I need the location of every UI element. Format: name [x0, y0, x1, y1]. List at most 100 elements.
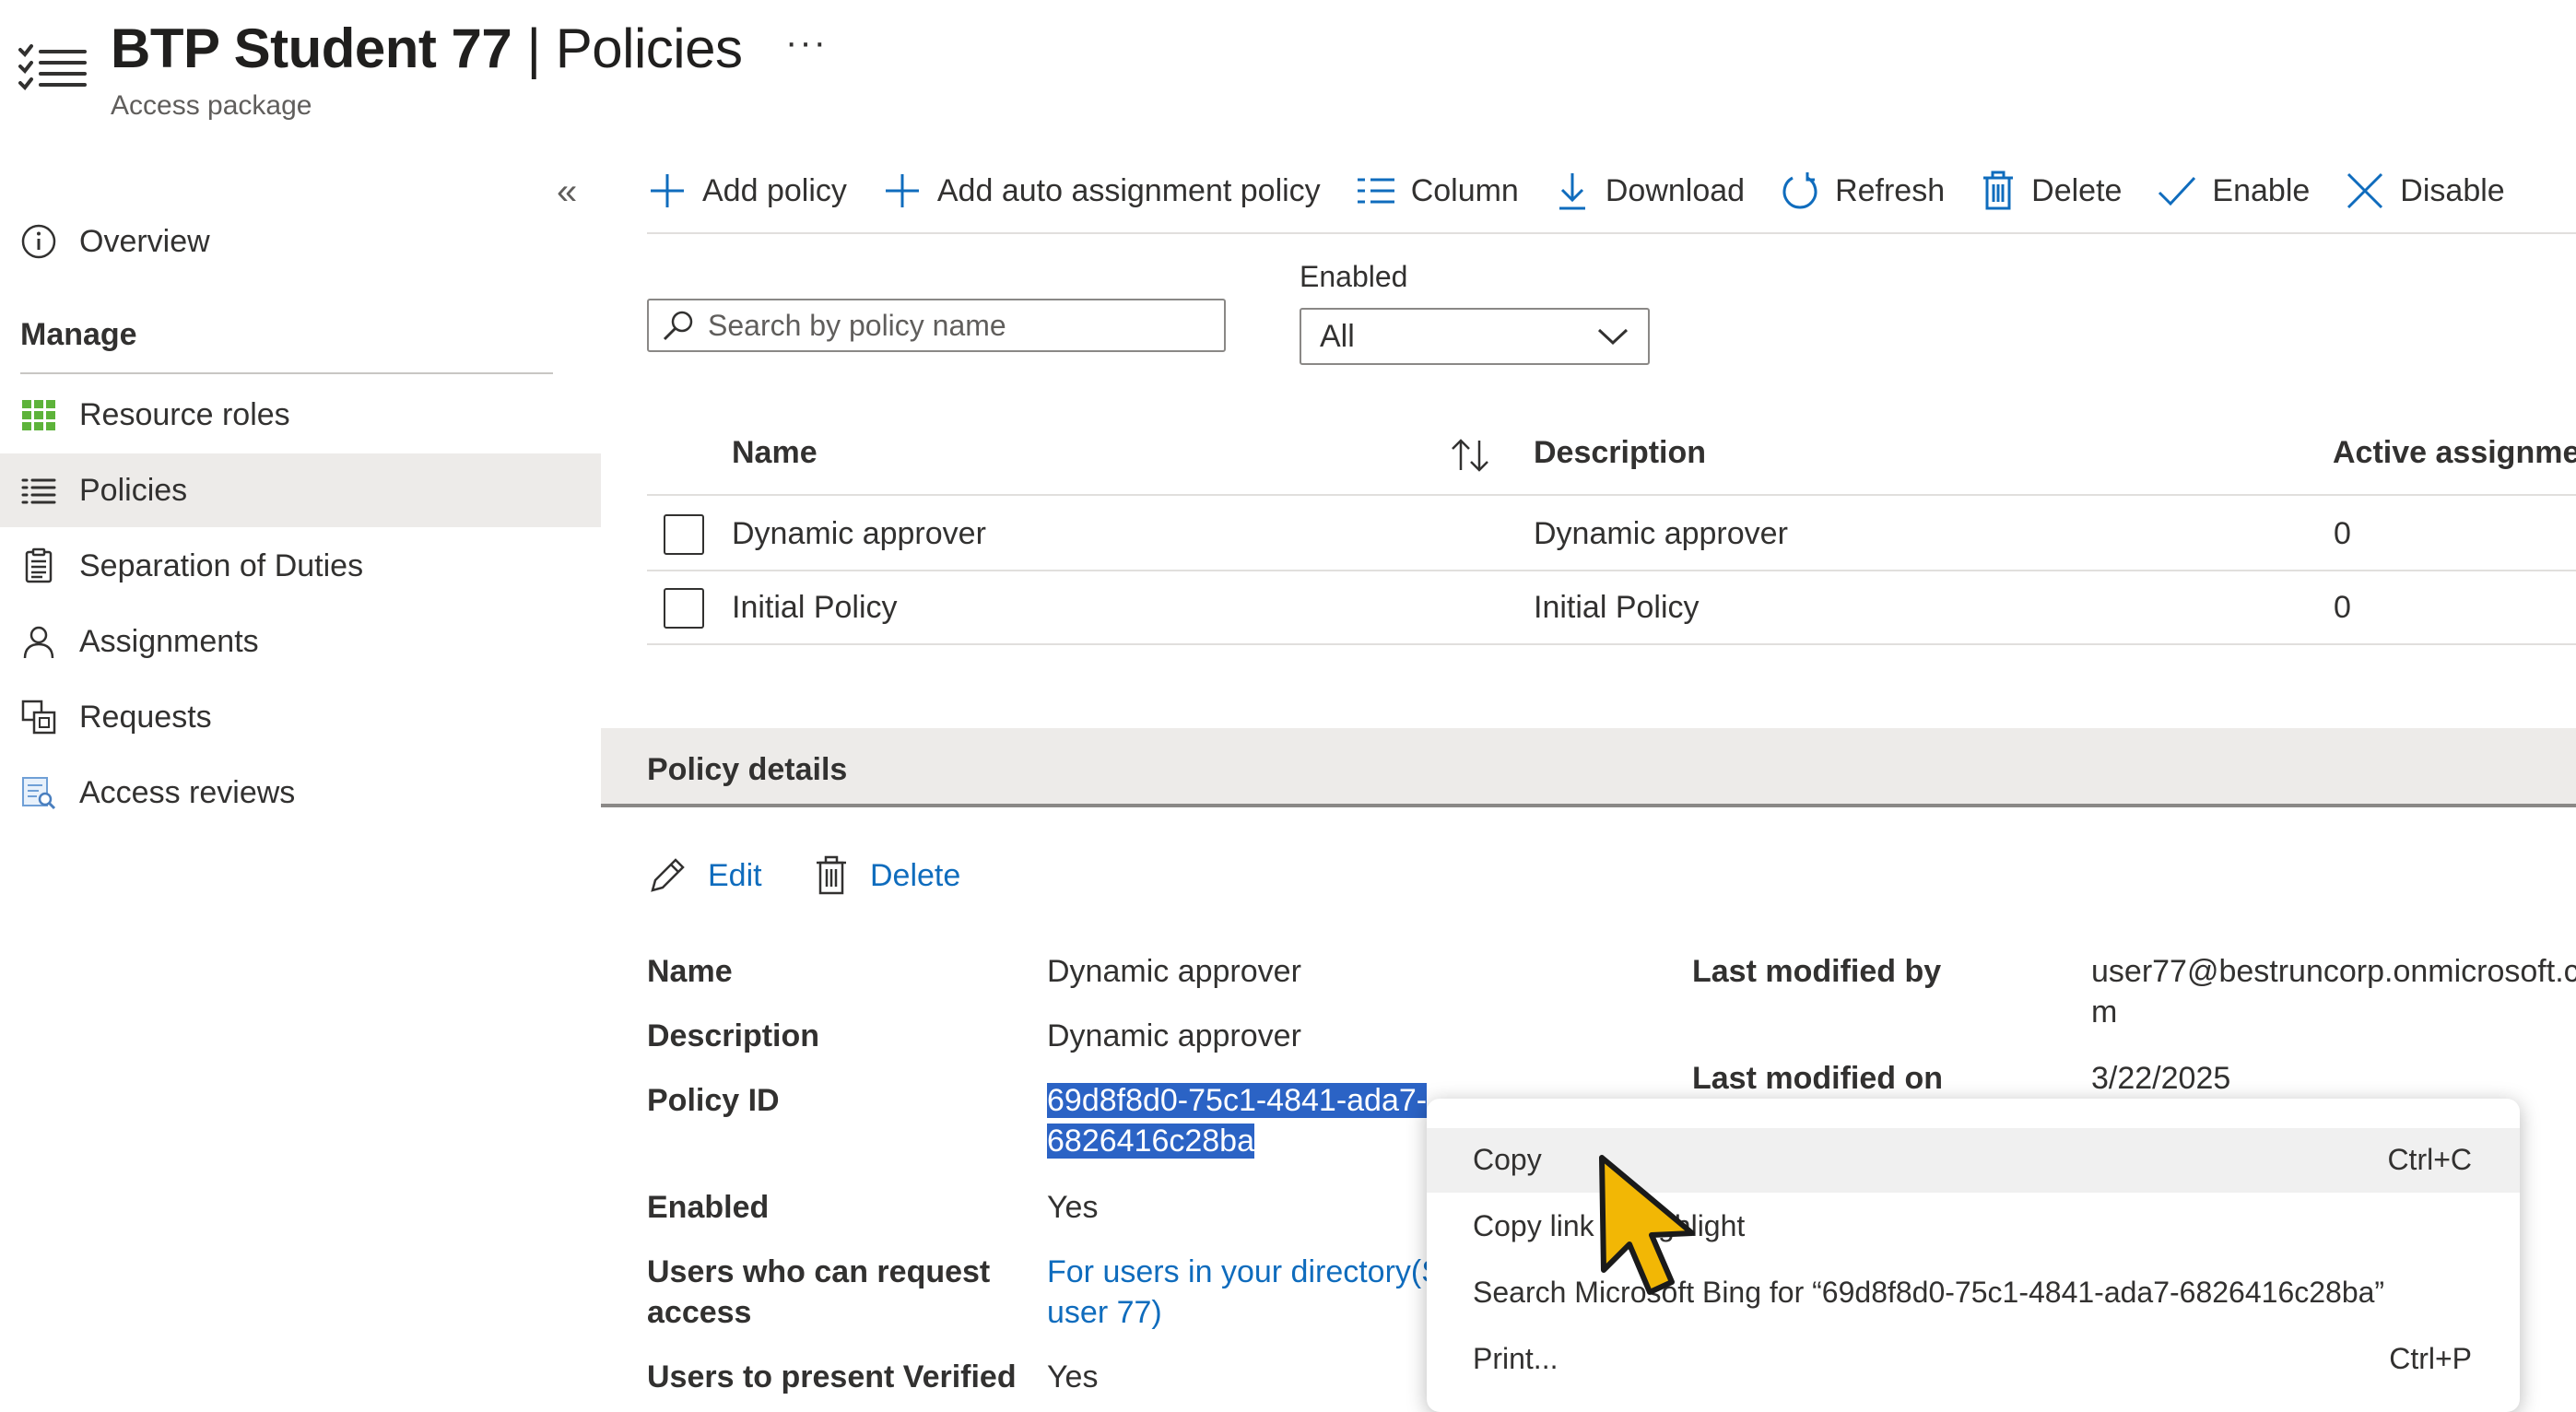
checkmark-icon [2157, 172, 2197, 209]
sidebar-item-assignments[interactable]: Assignments [0, 605, 601, 678]
download-icon [1554, 171, 1591, 211]
disable-button[interactable]: Disable [2345, 171, 2505, 211]
policy-description: Initial Policy [1534, 590, 1700, 625]
details-delete-button[interactable]: Delete [813, 855, 960, 896]
detail-value-name: Dynamic approver [1047, 954, 1301, 989]
refresh-button[interactable]: Refresh [1780, 171, 1945, 211]
column-header-name[interactable]: Name [732, 435, 817, 471]
refresh-icon [1780, 171, 1820, 211]
context-menu: Copy Ctrl+C Copy link to highlight Searc… [1427, 1099, 2520, 1412]
policy-details-title: Policy details [647, 752, 848, 787]
policy-name[interactable]: Initial Policy [732, 590, 898, 626]
sidebar-item-label: Assignments [79, 623, 259, 659]
enabled-filter-label: Enabled [1300, 260, 1408, 293]
divider [20, 372, 553, 374]
add-policy-label: Add policy [702, 172, 847, 208]
add-policy-button[interactable]: Add policy [647, 171, 847, 211]
pencil-icon [647, 855, 688, 896]
row-checkbox[interactable] [664, 514, 704, 555]
users-request-link[interactable]: For users in your directory(S user 77) [1047, 1252, 1442, 1333]
column-header-active-assignments[interactable]: Active assignme... [2333, 435, 2576, 471]
sidebar-item-label: Resource roles [79, 396, 290, 432]
sidebar-item-label: Policies [79, 472, 188, 508]
person-icon [18, 621, 59, 662]
detail-value-policy-id[interactable]: 69d8f8d0-75c1-4841-ada7- 6826416c28ba [1047, 1080, 1434, 1161]
edit-button[interactable]: Edit [647, 855, 762, 896]
detail-value-enabled: Yes [1047, 1190, 1099, 1225]
menu-item-label: Copy [1473, 1143, 1542, 1176]
sidebar-item-resource-roles[interactable]: Resource roles [0, 378, 601, 452]
value-line: user77@bestruncorp.onmicrosoft.co [2091, 954, 2576, 989]
policy-description: Dynamic approver [1534, 516, 1788, 551]
download-label: Download [1605, 172, 1746, 208]
detail-value-last-modified-on: 3/22/2025 [2091, 1061, 2231, 1096]
trash-icon [1980, 171, 2017, 211]
sidebar-item-policies[interactable]: Policies [0, 453, 601, 527]
link-line: For users in your directory(S [1047, 1254, 1442, 1289]
detail-label-last-modified-by: Last modified by [1692, 954, 1942, 989]
search-box[interactable] [647, 299, 1226, 352]
detail-label-enabled: Enabled [647, 1190, 770, 1225]
value-line: m [2091, 994, 2118, 1030]
columns-icon [1356, 174, 1396, 207]
context-menu-print[interactable]: Print... Ctrl+P [1427, 1327, 2520, 1392]
sidebar-item-label: Requests [79, 699, 212, 735]
label-line: Users who can request [647, 1254, 991, 1289]
context-menu-search-bing[interactable]: Search Microsoft Bing for “69d8f8d0-75c1… [1427, 1261, 2520, 1325]
column-button[interactable]: Column [1356, 173, 1519, 209]
more-options-button[interactable]: ··· [785, 22, 828, 64]
sort-icon[interactable] [1449, 437, 1491, 474]
detail-label-description: Description [647, 1018, 820, 1053]
divider [647, 232, 2576, 234]
menu-item-label: Print... [1473, 1342, 1559, 1375]
disable-label: Disable [2400, 172, 2505, 208]
selected-text: 69d8f8d0-75c1-4841-ada7- [1047, 1083, 1428, 1118]
label-line: access [647, 1295, 752, 1330]
row-checkbox[interactable] [664, 588, 704, 629]
add-auto-label: Add auto assignment policy [936, 172, 1321, 208]
column-label: Column [1410, 172, 1519, 208]
page-title: BTP Student 77 | Policies [111, 18, 743, 79]
divider [647, 643, 2576, 645]
sidebar-item-access-reviews[interactable]: Access reviews [0, 756, 601, 830]
table-row[interactable]: Initial Policy Initial Policy 0 [647, 571, 2576, 645]
sidebar-item-overview[interactable]: Overview [0, 205, 601, 278]
enable-button[interactable]: Enable [2157, 172, 2310, 209]
policy-name[interactable]: Dynamic approver [732, 516, 986, 552]
add-auto-assignment-policy-button[interactable]: Add auto assignment policy [882, 171, 1321, 211]
detail-label-users-verified: Users to present Verified [647, 1359, 1017, 1394]
refresh-label: Refresh [1835, 172, 1946, 208]
info-icon [18, 221, 59, 262]
detail-label-policy-id: Policy ID [647, 1083, 780, 1118]
clipboard-icon [18, 546, 59, 586]
search-input[interactable] [706, 307, 1207, 344]
policy-details-header [601, 728, 2576, 807]
delete-label: Delete [2031, 172, 2123, 208]
context-menu-copy-link[interactable]: Copy link to highlight [1427, 1194, 2520, 1259]
delete-label: Delete [870, 857, 961, 893]
delete-button[interactable]: Delete [1980, 171, 2122, 211]
enabled-filter-value: All [1320, 318, 1355, 354]
column-header-description[interactable]: Description [1534, 435, 1706, 471]
chevron-down-icon [1596, 326, 1629, 347]
trash-icon [813, 855, 850, 896]
sidebar-item-label: Separation of Duties [79, 547, 364, 583]
context-menu-copy[interactable]: Copy Ctrl+C [1427, 1128, 2520, 1193]
link-line: user 77) [1047, 1295, 1162, 1330]
detail-value-description: Dynamic approver [1047, 1018, 1301, 1053]
search-icon [662, 309, 695, 342]
detail-label-last-modified-on: Last modified on [1692, 1061, 1943, 1096]
list-icon [18, 470, 59, 511]
sidebar-item-separation-of-duties[interactable]: Separation of Duties [0, 529, 601, 603]
policy-active-assignments: 0 [2334, 516, 2351, 551]
download-button[interactable]: Download [1554, 171, 1745, 211]
sidebar-section-manage: Manage [20, 317, 137, 352]
sidebar-item-requests[interactable]: Requests [0, 680, 601, 754]
sidebar-item-label: Overview [79, 223, 210, 259]
detail-label-users-request: Users who can request access [647, 1252, 990, 1333]
plus-icon [882, 171, 923, 211]
enabled-filter-dropdown[interactable]: All [1300, 308, 1650, 365]
table-row[interactable]: Dynamic approver Dynamic approver 0 [647, 498, 2576, 571]
selected-text: 6826416c28ba [1047, 1124, 1255, 1159]
page-subtitle: Access package [111, 90, 312, 121]
